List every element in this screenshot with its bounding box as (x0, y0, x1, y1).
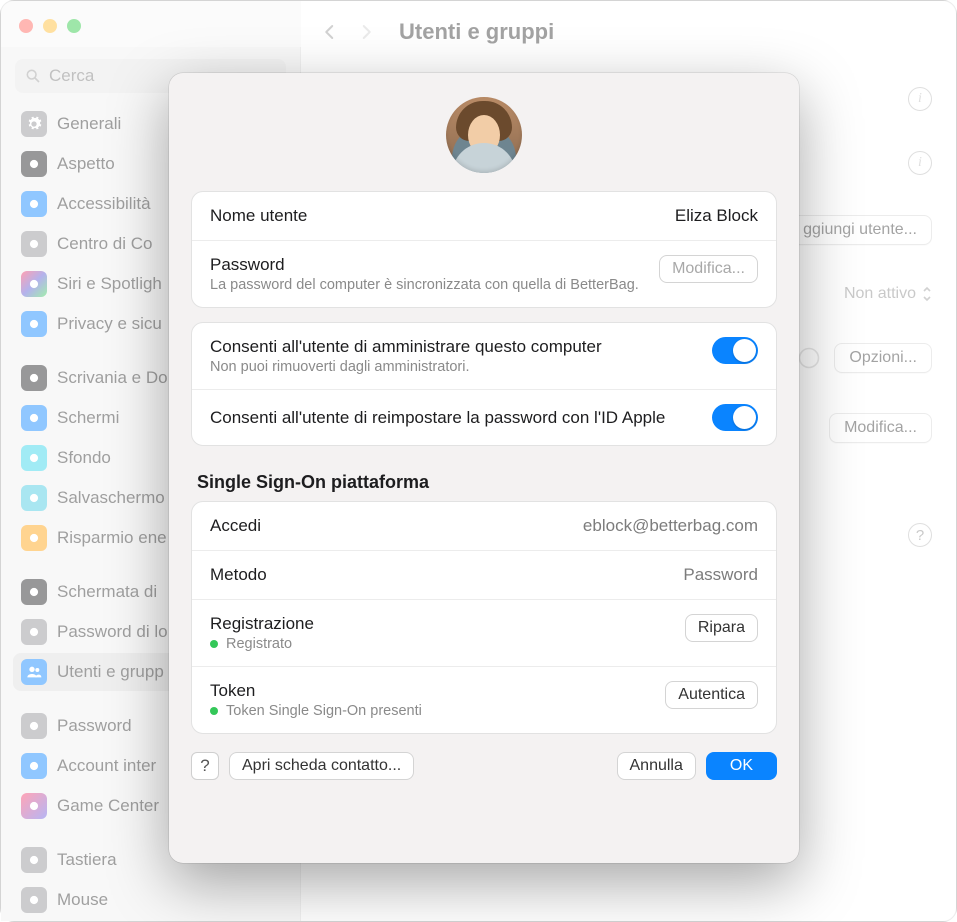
username-value: Eliza Block (675, 206, 758, 226)
user-detail-sheet: Nome utente Eliza Block Password La pass… (169, 73, 799, 863)
method-row: Metodo Password (192, 550, 776, 599)
password-label: Password (210, 255, 645, 275)
token-row: Token Token Single Sign-On presenti Aute… (192, 666, 776, 733)
token-label: Token (210, 681, 651, 701)
change-password-button[interactable]: Modifica... (659, 255, 758, 283)
user-avatar[interactable] (446, 97, 522, 173)
appleid-reset-row: Consenti all'utente di reimpostare la pa… (192, 389, 776, 445)
authenticate-button[interactable]: Autentica (665, 681, 758, 709)
identity-card: Nome utente Eliza Block Password La pass… (191, 191, 777, 308)
sheet-footer: ? Apri scheda contatto... Annulla OK (191, 752, 777, 780)
password-subtext: La password del computer è sincronizzata… (210, 277, 645, 293)
signin-row: Accedi eblock@betterbag.com (192, 502, 776, 550)
cancel-button[interactable]: Annulla (617, 752, 696, 780)
help-button[interactable]: ? (191, 752, 219, 780)
status-dot-icon (210, 707, 218, 715)
method-label: Metodo (210, 565, 669, 585)
admin-row: Consenti all'utente di amministrare ques… (192, 323, 776, 389)
settings-window: GeneraliAspettoAccessibilitàCentro di Co… (0, 0, 957, 922)
appleid-reset-toggle[interactable] (712, 404, 758, 431)
username-row: Nome utente Eliza Block (192, 192, 776, 240)
password-row: Password La password del computer è sinc… (192, 240, 776, 307)
permissions-card: Consenti all'utente di amministrare ques… (191, 322, 777, 446)
signin-label: Accedi (210, 516, 569, 536)
ok-button[interactable]: OK (706, 752, 777, 780)
username-label: Nome utente (210, 206, 661, 226)
sso-card: Accedi eblock@betterbag.com Metodo Passw… (191, 501, 777, 734)
registration-row: Registrazione Registrato Ripara (192, 599, 776, 666)
signin-value: eblock@betterbag.com (583, 516, 758, 536)
admin-subtext: Non puoi rimuoverti dagli amministratori… (210, 359, 698, 375)
admin-label: Consenti all'utente di amministrare ques… (210, 337, 698, 357)
admin-toggle[interactable] (712, 337, 758, 364)
open-contact-card-button[interactable]: Apri scheda contatto... (229, 752, 414, 780)
appleid-reset-label: Consenti all'utente di reimpostare la pa… (210, 408, 698, 428)
registration-status: Registrato (226, 636, 292, 652)
token-status: Token Single Sign-On presenti (226, 703, 422, 719)
registration-label: Registrazione (210, 614, 671, 634)
status-dot-icon (210, 640, 218, 648)
repair-button[interactable]: Ripara (685, 614, 758, 642)
method-value: Password (683, 565, 758, 585)
sso-section-title: Single Sign-On piattaforma (197, 472, 775, 493)
